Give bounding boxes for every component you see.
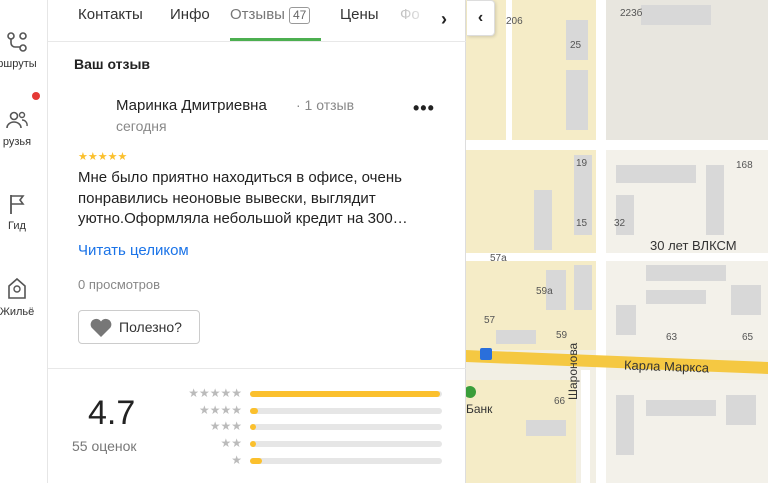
views-count: 0 просмотров xyxy=(78,277,161,292)
map-poi-bank[interactable]: Банк xyxy=(466,402,492,416)
guide-label: Гид xyxy=(8,220,26,232)
notification-dot xyxy=(32,92,40,100)
tab-prices[interactable]: Цены xyxy=(340,6,379,23)
tab-reviews-label: Отзывы xyxy=(230,6,285,23)
active-tab-indicator xyxy=(230,38,321,41)
map-number-63: 63 xyxy=(666,332,678,343)
map-number-59: 59 xyxy=(556,330,568,341)
rating-row-track xyxy=(250,441,442,447)
useful-button[interactable]: Полезно? xyxy=(78,310,200,344)
rating-row-stars: ★★★★★ xyxy=(188,386,242,400)
rating-row: ★★★★★ xyxy=(170,386,450,402)
housing-icon xyxy=(8,277,26,299)
map-number-19: 19 xyxy=(576,158,588,169)
rating-row: ★★ xyxy=(170,436,450,452)
rating-count: 55 оценок xyxy=(72,438,137,454)
review-stars: ★★★★★ xyxy=(78,151,128,163)
organization-panel: Контакты Инфо Отзывы47 Цены Фо › Ваш отз… xyxy=(48,0,466,483)
rating-row-track xyxy=(250,408,442,414)
friends-label: рузья xyxy=(2,136,32,148)
review-text: Мне было приятно находиться в офисе, оче… xyxy=(78,169,408,227)
more-options-button[interactable]: ••• xyxy=(413,98,435,119)
rating-row-fill xyxy=(250,391,441,397)
rating-row-fill xyxy=(250,458,262,464)
rating-row: ★★★★ xyxy=(170,403,450,419)
tabs-scroll-right-button[interactable]: › xyxy=(432,8,456,32)
friends-nav-item[interactable]: рузья xyxy=(0,108,47,148)
map-number-15: 15 xyxy=(576,218,588,229)
collapse-panel-button[interactable]: ‹ xyxy=(467,0,495,36)
rating-row-stars: ★★ xyxy=(220,436,242,450)
street-label-marx: Карла Маркса xyxy=(623,357,710,376)
map-number-168: 168 xyxy=(736,160,753,171)
rating-row-track xyxy=(250,391,442,397)
review-date: сегодня xyxy=(116,118,167,134)
tab-contacts[interactable]: Контакты xyxy=(78,6,143,23)
reviews-count-badge: 47 xyxy=(288,7,311,24)
map-number-59a: 59а xyxy=(536,286,553,297)
more-dots-icon: ••• xyxy=(413,98,435,118)
section-divider xyxy=(48,368,466,369)
street-label-sharonova: Шаронова xyxy=(566,342,580,400)
left-rail: ршруты рузья Гид Жильё xyxy=(0,0,48,483)
friends-icon xyxy=(6,111,28,129)
housing-nav-item[interactable]: Жильё xyxy=(0,276,47,318)
rating-row: ★ xyxy=(170,453,450,469)
rating-row-stars: ★★★★ xyxy=(198,403,242,417)
rating-row-stars: ★★★ xyxy=(209,419,242,433)
chevron-left-icon: ‹ xyxy=(477,9,484,26)
routes-nav-item[interactable]: ршруты xyxy=(0,30,47,70)
housing-label: Жильё xyxy=(0,306,35,318)
rating-row-stars: ★ xyxy=(231,453,242,467)
rating-row: ★★★ xyxy=(170,419,450,435)
guide-nav-item[interactable]: Гид xyxy=(0,192,47,232)
rating-row-fill xyxy=(250,408,258,414)
tab-bar: Контакты Инфо Отзывы47 Цены Фо › xyxy=(48,0,466,42)
read-more-link[interactable]: Читать целиком xyxy=(78,242,189,259)
map-number-206: 206 xyxy=(506,16,523,27)
map-number-65: 65 xyxy=(742,332,754,343)
rating-row-track xyxy=(250,458,442,464)
rating-row-fill xyxy=(250,424,256,430)
tab-info[interactable]: Инфо xyxy=(170,6,210,23)
map[interactable]: 206 223б 25 19 168 15 32 57а 59а 57 59 6… xyxy=(466,0,768,483)
author-review-count: · 1 отзыв xyxy=(296,97,355,113)
rating-row-track xyxy=(250,424,442,430)
map-number-57a: 57а xyxy=(490,253,507,264)
map-number-66: 66 xyxy=(554,396,566,407)
chevron-right-icon: › xyxy=(441,9,447,29)
map-number-223b: 223б xyxy=(620,8,643,19)
routes-label: ршруты xyxy=(0,58,37,70)
heart-icon xyxy=(90,318,112,337)
rating-value: 4.7 xyxy=(88,394,136,432)
tab-reviews[interactable]: Отзывы 47 xyxy=(230,6,311,24)
flag-icon xyxy=(10,195,25,214)
map-number-32: 32 xyxy=(614,218,626,229)
useful-label: Полезно? xyxy=(119,319,182,335)
street-label-vlksm: 30 лет ВЛКСМ xyxy=(650,238,737,253)
routes-icon xyxy=(7,32,27,52)
map-number-57: 57 xyxy=(484,315,496,326)
review-author[interactable]: Маринка Дмитриевна xyxy=(116,97,267,114)
your-review-title: Ваш отзыв xyxy=(74,56,151,72)
rating-row-fill xyxy=(250,441,256,447)
map-number-25: 25 xyxy=(570,40,582,51)
